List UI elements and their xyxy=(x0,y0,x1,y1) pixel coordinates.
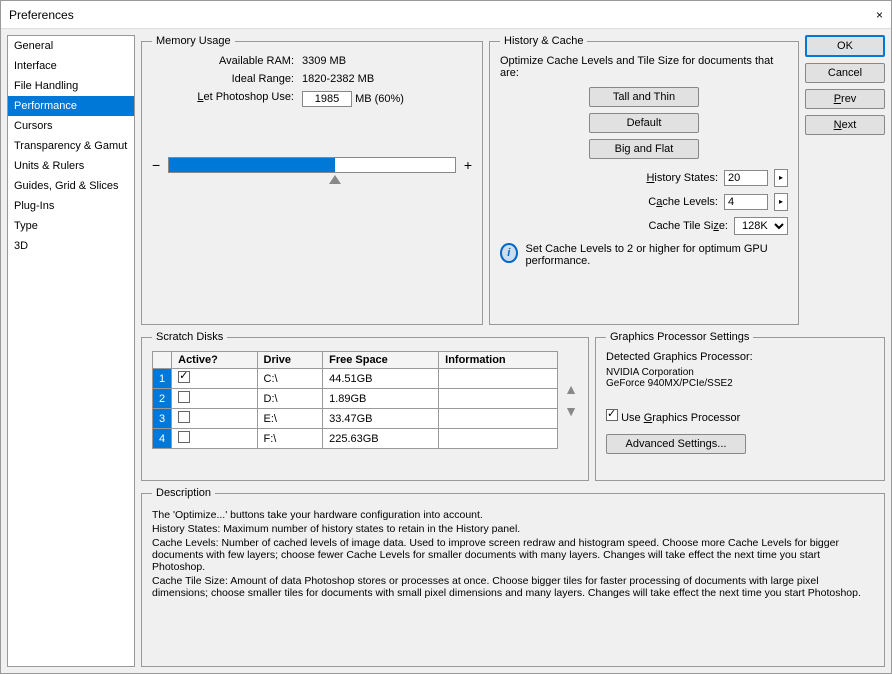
gpu-model: GeForce 940MX/PCIe/SSE2 xyxy=(606,378,874,389)
advanced-settings-button[interactable]: Advanced Settings... xyxy=(606,434,746,454)
next-button[interactable]: Next xyxy=(805,115,885,135)
available-ram-label: Available RAM: xyxy=(152,55,302,67)
sidebar-item-guides[interactable]: Guides, Grid & Slices xyxy=(8,176,134,196)
use-gpu-checkbox[interactable] xyxy=(606,409,618,421)
description-group: Description The 'Optimize...' buttons ta… xyxy=(141,487,885,667)
sidebar-item-3d[interactable]: 3D xyxy=(8,236,134,256)
desc-line: History States: Maximum number of histor… xyxy=(152,523,874,535)
optimize-intro: Optimize Cache Levels and Tile Size for … xyxy=(500,55,788,79)
slider-handle-icon[interactable] xyxy=(329,175,341,184)
gpu-settings-legend: Graphics Processor Settings xyxy=(606,331,753,343)
table-row[interactable]: 2D:\1.89GB xyxy=(153,389,558,409)
desc-line: Cache Tile Size: Amount of data Photosho… xyxy=(152,575,874,599)
ok-button[interactable]: OK xyxy=(805,35,885,57)
info-icon: i xyxy=(500,243,518,263)
available-ram-value: 3309 MB xyxy=(302,55,472,67)
memory-slider[interactable] xyxy=(168,157,456,173)
table-row[interactable]: 4F:\225.63GB xyxy=(153,429,558,449)
dialog-title: Preferences xyxy=(9,8,74,22)
slider-fill xyxy=(169,158,335,172)
cache-levels-input[interactable] xyxy=(724,194,768,210)
gpu-settings-group: Graphics Processor Settings Detected Gra… xyxy=(595,331,885,481)
cache-tile-size-select[interactable]: 128K xyxy=(734,217,788,235)
sidebar-item-cursors[interactable]: Cursors xyxy=(8,116,134,136)
table-row[interactable]: 3E:\33.47GB xyxy=(153,409,558,429)
active-checkbox[interactable] xyxy=(178,431,190,443)
active-checkbox[interactable] xyxy=(178,371,190,383)
big-flat-button[interactable]: Big and Flat xyxy=(589,139,699,159)
history-cache-legend: History & Cache xyxy=(500,35,587,47)
let-use-suffix: MB (60%) xyxy=(355,93,404,105)
preferences-dialog: Preferences × General Interface File Han… xyxy=(0,0,892,674)
tall-thin-button[interactable]: Tall and Thin xyxy=(589,87,699,107)
col-drive[interactable]: Drive xyxy=(257,352,323,369)
default-button[interactable]: Default xyxy=(589,113,699,133)
sidebar-item-units[interactable]: Units & Rulers xyxy=(8,156,134,176)
move-down-icon[interactable]: ▼ xyxy=(564,403,578,419)
sidebar-item-file-handling[interactable]: File Handling xyxy=(8,76,134,96)
col-active[interactable]: Active? xyxy=(172,352,257,369)
minus-icon: − xyxy=(152,157,160,173)
col-info[interactable]: Information xyxy=(439,352,558,369)
prev-button[interactable]: Prev xyxy=(805,89,885,109)
ideal-range-label: Ideal Range: xyxy=(152,73,302,85)
let-use-label: Let Photoshop Use: xyxy=(152,91,302,107)
titlebar: Preferences × xyxy=(1,1,891,29)
sidebar-item-plugins[interactable]: Plug-Ins xyxy=(8,196,134,216)
let-use-input[interactable] xyxy=(302,91,352,107)
plus-icon: + xyxy=(464,157,472,173)
memory-usage-group: Memory Usage Available RAM: 3309 MB Idea… xyxy=(141,35,483,325)
ideal-range-value: 1820-2382 MB xyxy=(302,73,472,85)
use-gpu-label: Use Graphics Processor xyxy=(621,412,740,424)
sidebar-item-general[interactable]: General xyxy=(8,36,134,56)
category-sidebar: General Interface File Handling Performa… xyxy=(7,35,135,667)
scratch-disks-legend: Scratch Disks xyxy=(152,331,227,343)
active-checkbox[interactable] xyxy=(178,391,190,403)
sidebar-item-interface[interactable]: Interface xyxy=(8,56,134,76)
scratch-disks-table: Active? Drive Free Space Information 1C:… xyxy=(152,351,558,449)
sidebar-item-transparency[interactable]: Transparency & Gamut xyxy=(8,136,134,156)
table-row[interactable]: 1C:\44.51GB xyxy=(153,369,558,389)
desc-line: The 'Optimize...' buttons take your hard… xyxy=(152,509,874,521)
move-up-icon[interactable]: ▲ xyxy=(564,381,578,397)
cache-levels-stepper[interactable]: ▸ xyxy=(774,193,788,211)
memory-usage-legend: Memory Usage xyxy=(152,35,235,47)
history-cache-group: History & Cache Optimize Cache Levels an… xyxy=(489,35,799,325)
description-legend: Description xyxy=(152,487,215,499)
detected-gpu-label: Detected Graphics Processor: xyxy=(606,351,874,363)
desc-line: Cache Levels: Number of cached levels of… xyxy=(152,537,874,573)
gpu-vendor: NVIDIA Corporation xyxy=(606,367,874,378)
cache-note: Set Cache Levels to 2 or higher for opti… xyxy=(526,243,788,267)
cancel-button[interactable]: Cancel xyxy=(805,63,885,83)
history-states-stepper[interactable]: ▸ xyxy=(774,169,788,187)
active-checkbox[interactable] xyxy=(178,411,190,423)
history-states-label: History States: xyxy=(646,172,718,184)
cache-levels-label: Cache Levels: xyxy=(648,196,718,208)
scratch-disks-group: Scratch Disks Active? Drive Free Space I… xyxy=(141,331,589,481)
close-icon[interactable]: × xyxy=(876,8,883,22)
sidebar-item-performance[interactable]: Performance xyxy=(8,96,134,116)
cache-tile-size-label: Cache Tile Size: xyxy=(649,220,729,232)
col-free[interactable]: Free Space xyxy=(323,352,439,369)
history-states-input[interactable] xyxy=(724,170,768,186)
sidebar-item-type[interactable]: Type xyxy=(8,216,134,236)
